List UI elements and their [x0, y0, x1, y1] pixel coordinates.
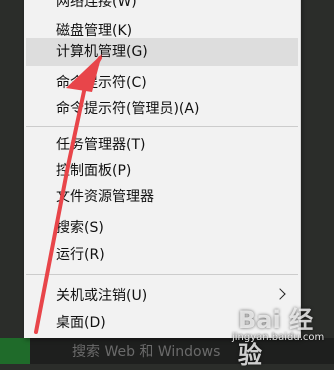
menu-item-computer-management[interactable]: 计算机管理(G) — [26, 38, 298, 66]
menu-item-label: 关机或注销(U) — [56, 288, 148, 304]
menu-separator — [26, 126, 298, 127]
menu-item-command-prompt-admin[interactable]: 命令提示符(管理员)(A) — [26, 95, 298, 123]
menu-item-control-panel[interactable]: 控制面板(P) — [26, 157, 298, 185]
menu-item-search[interactable]: 搜索(S) — [26, 214, 298, 242]
menu-item-task-manager[interactable]: 任务管理器(T) — [26, 131, 298, 159]
menu-item-desktop[interactable]: 桌面(D) — [26, 309, 298, 337]
start-button[interactable] — [0, 338, 30, 364]
menu-item-run[interactable]: 运行(R) — [26, 241, 298, 269]
menu-item-shutdown-signout[interactable]: 关机或注销(U) — [26, 282, 298, 310]
menu-item-file-explorer[interactable]: 文件资源管理器 — [26, 183, 298, 211]
menu-item-command-prompt[interactable]: 命令提示符(C) — [26, 69, 298, 97]
context-menu: 网络连接(W) 磁盘管理(K) 计算机管理(G) 命令提示符(C) 命令提示符(… — [24, 0, 301, 338]
menu-separator — [26, 274, 298, 275]
chevron-right-icon — [274, 288, 286, 300]
taskbar-search-box[interactable]: 搜索 Web 和 Windows — [60, 340, 272, 364]
menu-item-network-connections[interactable]: 网络连接(W) — [26, 0, 298, 16]
